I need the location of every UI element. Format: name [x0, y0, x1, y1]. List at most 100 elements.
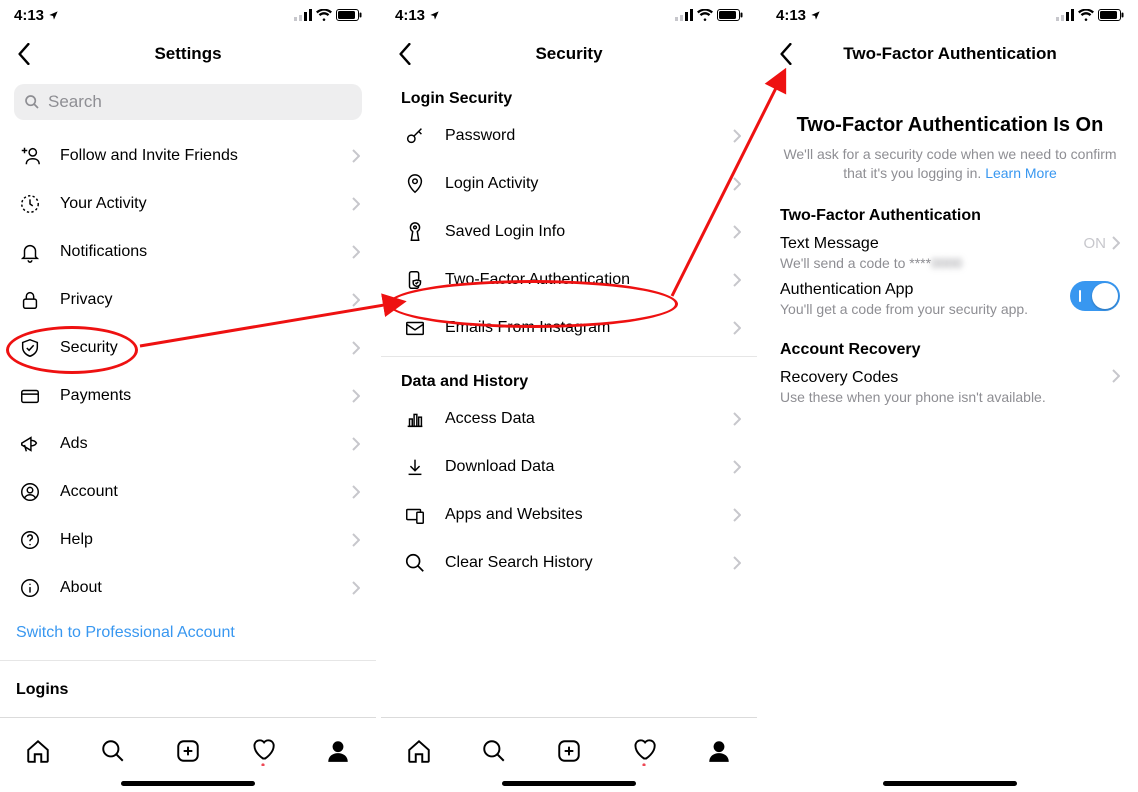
- settings-row[interactable]: Help: [0, 516, 376, 564]
- chevron-right-icon: [733, 460, 741, 474]
- section-data-history: Data and History: [381, 361, 757, 395]
- settings-row[interactable]: Emails From Instagram: [381, 304, 757, 352]
- wifi-icon: [697, 9, 713, 21]
- recovery-codes-option[interactable]: Recovery Codes Use these when your phone…: [780, 369, 1120, 405]
- chevron-right-icon: [733, 177, 741, 191]
- activity-icon[interactable]: [250, 736, 276, 771]
- back-button[interactable]: [772, 40, 800, 68]
- home-icon[interactable]: [25, 738, 51, 769]
- chevron-right-icon: [733, 273, 741, 287]
- settings-row[interactable]: Follow and Invite Friends: [0, 132, 376, 180]
- chevron-right-icon: [1112, 236, 1120, 250]
- location-icon: [48, 10, 59, 21]
- settings-row[interactable]: Privacy: [0, 276, 376, 324]
- auth-app-label: Authentication App: [780, 281, 1070, 299]
- location-icon: [810, 10, 821, 21]
- row-label: Follow and Invite Friends: [60, 147, 352, 165]
- settings-row[interactable]: Clear Search History: [381, 539, 757, 587]
- signal-icon: [294, 9, 312, 21]
- settings-row[interactable]: Account: [0, 468, 376, 516]
- battery-icon: [1098, 9, 1124, 21]
- auth-app-toggle[interactable]: [1070, 281, 1120, 311]
- settings-row[interactable]: Password: [381, 112, 757, 160]
- home-icon[interactable]: [406, 738, 432, 769]
- key-icon: [401, 125, 429, 147]
- chevron-right-icon: [733, 129, 741, 143]
- tab-bar: [762, 718, 1138, 792]
- settings-row[interactable]: Security: [0, 324, 376, 372]
- settings-row[interactable]: Apps and Websites: [381, 491, 757, 539]
- search-input[interactable]: Search: [14, 84, 362, 120]
- divider: [0, 660, 376, 661]
- row-label: Security: [60, 339, 352, 357]
- mag-icon: [401, 552, 429, 574]
- status-time: 4:13: [776, 7, 806, 24]
- shield-icon: [16, 337, 44, 359]
- battery-icon: [717, 9, 743, 21]
- row-label: Password: [445, 127, 733, 145]
- chevron-right-icon: [733, 225, 741, 239]
- add-post-icon[interactable]: [175, 738, 201, 769]
- data-history-list: Access Data Download Data Apps and Websi…: [381, 395, 757, 587]
- profile-icon[interactable]: [325, 738, 351, 769]
- chevron-right-icon: [352, 485, 360, 499]
- row-label: Privacy: [60, 291, 352, 309]
- learn-more-link[interactable]: Learn More: [985, 165, 1057, 181]
- bottom-tabs: [0, 718, 376, 781]
- settings-row[interactable]: Access Data: [381, 395, 757, 443]
- nav-header: Settings: [0, 30, 376, 78]
- row-label: Your Activity: [60, 195, 352, 213]
- text-message-desc: We'll send a code to ****0000: [780, 255, 1084, 271]
- status-bar: 4:13: [381, 0, 757, 30]
- profile-icon[interactable]: [706, 738, 732, 769]
- recovery-desc: Use these when your phone isn't availabl…: [780, 389, 1112, 405]
- settings-list: Follow and Invite Friends Your Activity …: [0, 132, 376, 612]
- bars-icon: [401, 408, 429, 430]
- add_user-icon: [16, 145, 44, 167]
- row-label: Payments: [60, 387, 352, 405]
- settings-row[interactable]: Two-Factor Authentication: [381, 256, 757, 304]
- settings-row[interactable]: Payments: [0, 372, 376, 420]
- keyhole-icon: [401, 221, 429, 243]
- mail-icon: [401, 317, 429, 339]
- wifi-icon: [1078, 9, 1094, 21]
- chevron-right-icon: [352, 293, 360, 307]
- back-button[interactable]: [391, 40, 419, 68]
- row-label: Ads: [60, 435, 352, 453]
- settings-row[interactable]: Login Activity: [381, 160, 757, 208]
- settings-row[interactable]: Notifications: [0, 228, 376, 276]
- text-message-option[interactable]: Text Message We'll send a code to ****00…: [780, 235, 1120, 271]
- chevron-right-icon: [352, 341, 360, 355]
- back-button[interactable]: [10, 40, 38, 68]
- switch-professional-link[interactable]: Switch to Professional Account: [0, 612, 376, 654]
- section-login-security: Login Security: [381, 78, 757, 112]
- add-post-icon[interactable]: [556, 738, 582, 769]
- bottom-tabs: [381, 718, 757, 781]
- divider: [381, 356, 757, 357]
- settings-row[interactable]: Ads: [0, 420, 376, 468]
- auth-app-option[interactable]: Authentication App You'll get a code fro…: [780, 281, 1120, 317]
- auth-app-desc: You'll get a code from your security app…: [780, 301, 1070, 317]
- search-icon[interactable]: [100, 738, 126, 769]
- pin-icon: [401, 173, 429, 195]
- account-icon: [16, 481, 44, 503]
- tab-bar: [0, 717, 376, 792]
- settings-row[interactable]: About: [0, 564, 376, 612]
- settings-row[interactable]: Saved Login Info: [381, 208, 757, 256]
- row-label: Help: [60, 531, 352, 549]
- chevron-right-icon: [733, 556, 741, 570]
- activity-icon[interactable]: [631, 736, 657, 771]
- settings-row[interactable]: Download Data: [381, 443, 757, 491]
- row-label: Access Data: [445, 410, 733, 428]
- home-indicator: [121, 781, 255, 786]
- row-label: Two-Factor Authentication: [445, 271, 733, 289]
- twofa-subtitle: We'll ask for a security code when we ne…: [780, 145, 1120, 183]
- twofa-subtitle-text: We'll ask for a security code when we ne…: [783, 146, 1116, 181]
- page-title: Security: [381, 44, 757, 64]
- nav-header: Two-Factor Authentication: [762, 30, 1138, 78]
- chevron-right-icon: [1112, 369, 1120, 383]
- settings-row[interactable]: Your Activity: [0, 180, 376, 228]
- search-icon[interactable]: [481, 738, 507, 769]
- wifi-icon: [316, 9, 332, 21]
- info-icon: [16, 577, 44, 599]
